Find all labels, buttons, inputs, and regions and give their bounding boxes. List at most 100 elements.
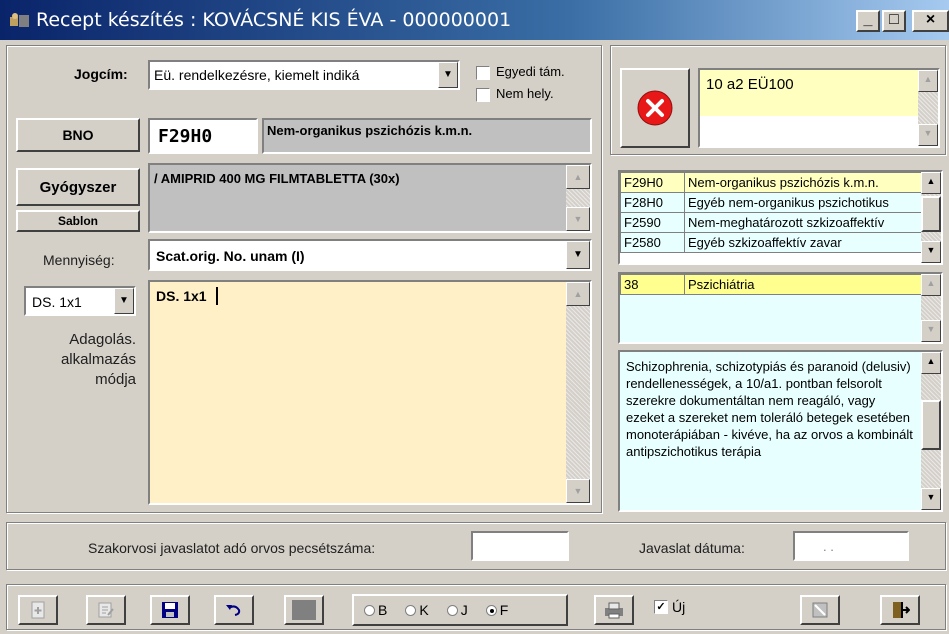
exit-door-icon: [893, 602, 910, 618]
table-row[interactable]: 38 Pszichiátria: [620, 274, 924, 295]
bno-list-desc: Egyéb nem-organikus pszichotikus: [684, 192, 924, 213]
uj-checkbox[interactable]: ✓: [654, 600, 668, 614]
new-doc-icon: [31, 601, 45, 619]
edit-icon: [98, 602, 114, 618]
szak-list-desc: Pszichiátria: [684, 274, 924, 295]
scroll-down-icon[interactable]: ▼: [921, 241, 941, 263]
blank-icon: [292, 600, 316, 620]
scroll-up-icon[interactable]: ▲: [921, 172, 941, 194]
bno-description: Nem-organikus pszichózis k.m.n.: [262, 118, 592, 154]
bno-list-desc: Egyéb szkizoaffektív zavar: [684, 232, 924, 253]
scroll-down-icon[interactable]: ▼: [566, 207, 590, 231]
bno-list-scrollbar[interactable]: ▲ ▼: [921, 172, 941, 263]
indication-text: Schizophrenia, schizotypiás és paranoid …: [626, 359, 913, 459]
mennyiseg-select[interactable]: Scat.orig. No. unam (I) ▼: [148, 239, 592, 271]
edit-button[interactable]: [86, 595, 126, 625]
adagolas-scrollbar[interactable]: ▲ ▼: [566, 282, 590, 503]
sablon-button[interactable]: Sablon: [16, 210, 140, 232]
scroll-thumb[interactable]: [921, 400, 941, 450]
bno-button[interactable]: BNO: [16, 118, 140, 152]
scroll-up-icon[interactable]: ▲: [918, 70, 938, 92]
table-row[interactable]: F29H0 Nem-organikus pszichózis k.m.n.: [620, 172, 924, 193]
window-title: Recept készítés : KOVÁCSNÉ KIS ÉVA - 000…: [36, 9, 512, 31]
table-row[interactable]: F28H0 Egyéb nem-organikus pszichotikus: [620, 192, 924, 213]
scroll-down-icon[interactable]: ▼: [921, 320, 941, 342]
chevron-down-icon[interactable]: ▼: [566, 241, 590, 269]
radio-f[interactable]: F: [485, 602, 508, 618]
radio-group: B K J F: [352, 594, 568, 626]
adagolas-textarea[interactable]: DS. 1x1 ▲ ▼: [148, 280, 592, 505]
maximize-button[interactable]: □: [882, 10, 906, 32]
szak-list[interactable]: 38 Pszichiátria ▲ ▼: [618, 272, 943, 344]
floppy-icon: [162, 602, 178, 618]
scroll-up-icon[interactable]: ▲: [566, 282, 590, 306]
chevron-down-icon[interactable]: ▼: [438, 62, 458, 88]
scroll-down-icon[interactable]: ▼: [921, 488, 941, 510]
szak-list-scrollbar[interactable]: ▲ ▼: [921, 274, 941, 342]
printer-icon: [605, 602, 623, 619]
scroll-up-icon[interactable]: ▲: [921, 352, 941, 374]
code-box-text: 10 a2 EÜ100: [706, 76, 794, 93]
mennyiseg-label: Mennyiség:: [43, 252, 115, 268]
bno-code-field[interactable]: F29H0: [148, 118, 258, 154]
app-icon: [10, 13, 29, 27]
nem-hely-label: Nem hely.: [496, 86, 554, 101]
nem-hely-checkbox[interactable]: [476, 88, 490, 102]
code-box[interactable]: 10 a2 EÜ100 ▲ ▼: [698, 68, 940, 148]
bno-list-code: F28H0: [620, 192, 685, 213]
bno-list-code: F2580: [620, 232, 685, 253]
bno-list-code: F2590: [620, 212, 685, 233]
datum-field[interactable]: . .: [793, 531, 909, 561]
scroll-up-icon[interactable]: ▲: [566, 165, 590, 189]
close-button[interactable]: ×: [912, 10, 949, 32]
egyedi-tam-label: Egyedi tám.: [496, 64, 565, 79]
scroll-down-icon[interactable]: ▼: [918, 124, 938, 146]
title-bar[interactable]: Recept készítés : KOVÁCSNÉ KIS ÉVA - 000…: [0, 0, 949, 40]
save-button[interactable]: [150, 595, 190, 625]
uj-label: Új: [672, 599, 686, 615]
mennyiseg-value: Scat.orig. No. unam (I): [156, 248, 305, 264]
pecset-field[interactable]: [471, 531, 569, 561]
scroll-up-icon[interactable]: ▲: [921, 274, 941, 296]
undo-icon: [226, 605, 241, 616]
jogcim-value: Eü. rendelkezésre, kiemelt indiká: [154, 67, 360, 83]
new-doc-button[interactable]: [18, 595, 58, 625]
print-button[interactable]: [594, 595, 634, 625]
undo-button[interactable]: [214, 595, 254, 625]
gyogyszer-value: / AMIPRID 400 MG FILMTABLETTA (30x): [154, 171, 400, 186]
radio-b[interactable]: B: [364, 602, 387, 618]
egyedi-tam-checkbox[interactable]: [476, 66, 490, 80]
radio-j[interactable]: J: [446, 602, 468, 618]
exit-button[interactable]: [880, 595, 920, 625]
datum-value: . .: [823, 539, 834, 554]
blank-button[interactable]: [284, 595, 324, 625]
table-row[interactable]: F2580 Egyéb szkizoaffektív zavar: [620, 232, 924, 253]
document-icon: [812, 602, 828, 618]
gyogyszer-field[interactable]: / AMIPRID 400 MG FILMTABLETTA (30x) ▲ ▼: [148, 163, 592, 233]
gyogyszer-scrollbar[interactable]: ▲ ▼: [566, 165, 590, 231]
radio-k[interactable]: K: [405, 602, 429, 618]
adagolas-label: Adagolás. alkalmazás módja: [60, 331, 136, 388]
scroll-down-icon[interactable]: ▼: [566, 479, 590, 503]
indication-box[interactable]: Schizophrenia, schizotypiás és paranoid …: [618, 350, 943, 512]
ds-select[interactable]: DS. 1x1 ▼: [24, 286, 136, 316]
table-row[interactable]: F2590 Nem-meghatározott szkizoaffektív: [620, 212, 924, 233]
chevron-down-icon[interactable]: ▼: [114, 288, 134, 314]
pecset-label: Szakorvosi javaslatot adó orvos pecsétsz…: [88, 540, 376, 556]
szak-list-code: 38: [620, 274, 685, 295]
document-button[interactable]: [800, 595, 840, 625]
bno-list[interactable]: F29H0 Nem-organikus pszichózis k.m.n. F2…: [618, 170, 943, 265]
cancel-button[interactable]: [620, 68, 690, 148]
code-box-scrollbar[interactable]: ▲ ▼: [918, 70, 938, 146]
adagolas-text: DS. 1x1: [156, 288, 207, 304]
ds-select-value: DS. 1x1: [32, 294, 82, 310]
indication-scrollbar[interactable]: ▲ ▼: [921, 352, 941, 510]
jogcim-select[interactable]: Eü. rendelkezésre, kiemelt indiká ▼: [148, 60, 460, 90]
cancel-icon: [637, 90, 673, 126]
bno-list-desc: Nem-organikus pszichózis k.m.n.: [684, 172, 924, 193]
text-cursor: [216, 287, 218, 305]
minimize-button[interactable]: _: [856, 10, 880, 32]
gyogyszer-button[interactable]: Gyógyszer: [16, 168, 140, 206]
scroll-thumb[interactable]: [921, 196, 941, 232]
bno-list-desc: Nem-meghatározott szkizoaffektív: [684, 212, 924, 233]
